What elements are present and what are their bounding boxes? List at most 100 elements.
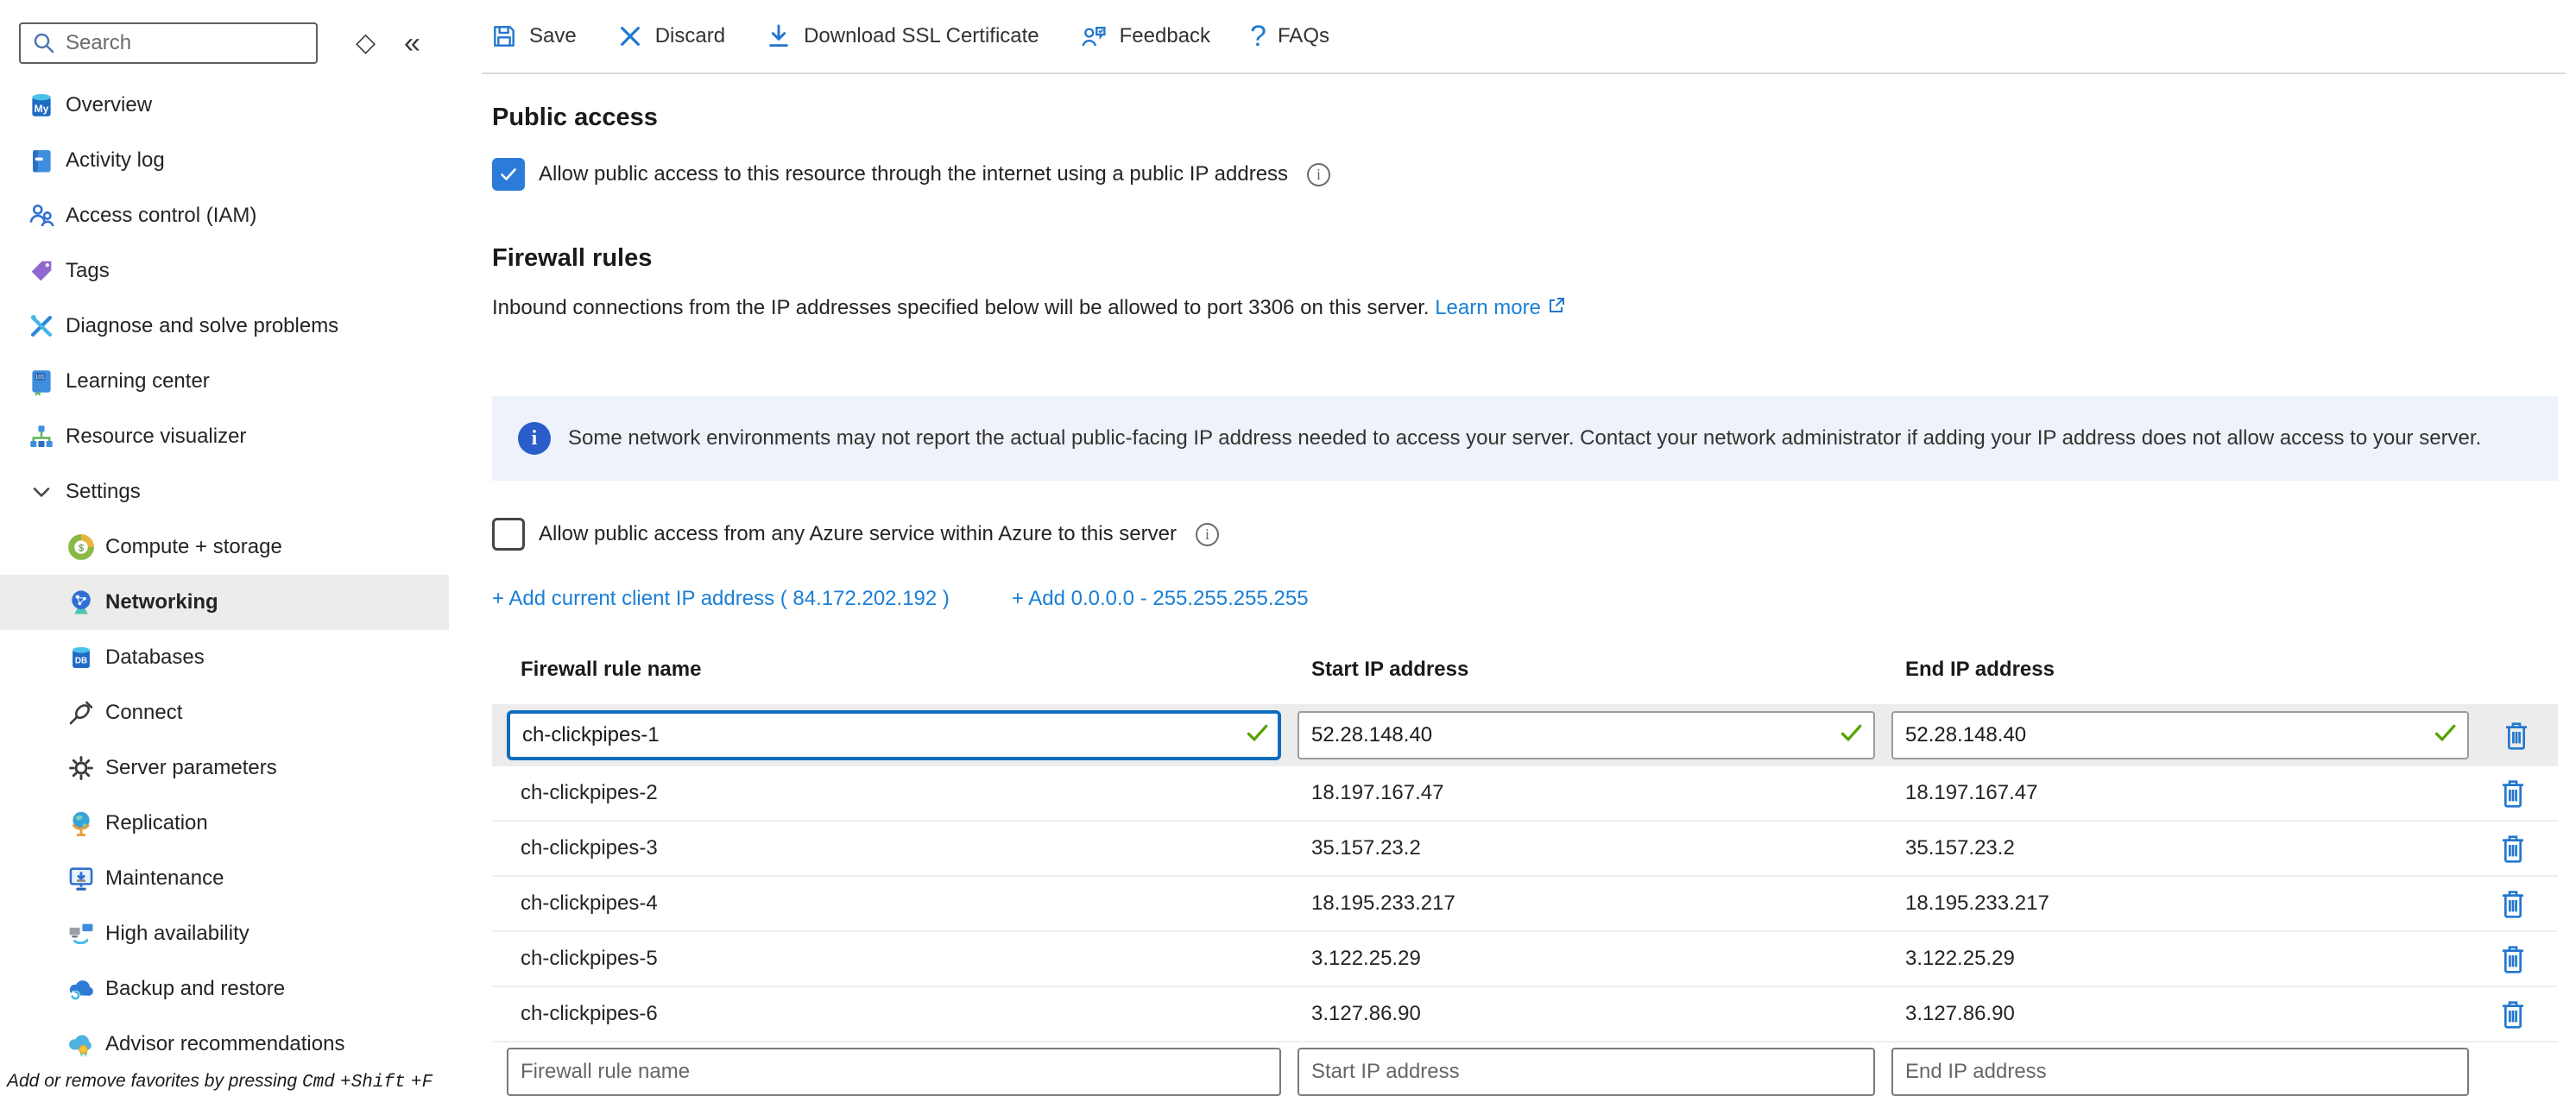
- discard-button[interactable]: Discard: [616, 22, 725, 50]
- trash-icon: [2499, 888, 2527, 919]
- trash-icon: [2499, 778, 2527, 809]
- trash-icon: [2499, 998, 2527, 1030]
- mysql-server-icon: My: [26, 90, 57, 121]
- learn-more-link[interactable]: Learn more: [1435, 296, 1541, 319]
- sidebar-group-settings[interactable]: Settings: [0, 464, 449, 520]
- sidebar-item-tags[interactable]: Tags: [0, 243, 449, 299]
- sidebar-item-maintenance[interactable]: Maintenance: [0, 851, 449, 906]
- sidebar-group-label: Settings: [66, 480, 141, 504]
- end-ip-cell: 18.197.167.47: [1891, 781, 2469, 805]
- sidebar-item-replication[interactable]: Replication: [0, 796, 449, 851]
- feedback-button[interactable]: Feedback: [1079, 22, 1210, 50]
- external-link-icon: [1546, 295, 1567, 322]
- public-access-checkbox-label: Allow public access to this resource thr…: [539, 162, 1288, 186]
- search-icon: [31, 30, 57, 56]
- tools-icon: [26, 311, 57, 342]
- sidebar-item-label: Overview: [66, 93, 152, 117]
- sidebar-item-connect[interactable]: Connect: [0, 685, 449, 740]
- sidebar-item-server-parameters[interactable]: Server parameters: [0, 740, 449, 796]
- sidebar-nav: My Overview Activity log Access control …: [0, 78, 449, 1072]
- start-ip-input[interactable]: [1297, 711, 1875, 759]
- firewall-rule-row: ch-clickpipes-4 18.195.233.217 18.195.23…: [492, 877, 2558, 932]
- sidebar-item-compute-storage[interactable]: $ Compute + storage: [0, 520, 449, 575]
- firewall-rules-heading: Firewall rules: [492, 244, 2558, 273]
- pin-diamond-icon[interactable]: ◇: [356, 26, 376, 60]
- networking-pane: Save Discard Download SSL Certificate Fe…: [449, 0, 2576, 1094]
- rule-name-input[interactable]: [507, 710, 1281, 760]
- save-icon: [490, 22, 518, 50]
- new-rule-name-input[interactable]: [507, 1048, 1281, 1096]
- column-header-end-ip: End IP address: [1891, 658, 2469, 689]
- sidebar-item-activity-log[interactable]: Activity log: [0, 133, 449, 188]
- firewall-rule-row: ch-clickpipes-2 18.197.167.47 18.197.167…: [492, 766, 2558, 822]
- firewall-rule-row: ch-clickpipes-6 3.127.86.90 3.127.86.90: [492, 987, 2558, 1042]
- search-input[interactable]: [57, 24, 316, 62]
- info-filled-icon: i: [518, 422, 551, 455]
- sidebar-item-label: Databases: [105, 646, 205, 670]
- collapse-menu-icon[interactable]: «: [404, 26, 420, 60]
- delete-rule-button[interactable]: [2499, 778, 2527, 809]
- plug-icon: [66, 697, 97, 728]
- sidebar-item-learning-center[interactable]: 101 Learning center: [0, 354, 449, 409]
- start-ip-cell: 35.157.23.2: [1297, 836, 1875, 860]
- rule-name-cell: ch-clickpipes-3: [507, 836, 1281, 860]
- learning-book-icon: 101: [26, 366, 57, 397]
- start-ip-cell: 3.122.25.29: [1297, 947, 1875, 971]
- search-box[interactable]: [19, 22, 318, 64]
- add-range-link[interactable]: + Add 0.0.0.0 - 255.255.255.255: [1012, 587, 1309, 611]
- delete-rule-button[interactable]: [2499, 943, 2527, 974]
- valid-check-icon: [1247, 724, 1269, 747]
- firewall-rules-table: Firewall rule name Start IP address End …: [492, 658, 2558, 1096]
- sidebar-item-overview[interactable]: My Overview: [0, 78, 449, 133]
- networking-globe-icon: [66, 587, 97, 618]
- faqs-button[interactable]: ? FAQs: [1250, 22, 1329, 51]
- sidebar-item-networking[interactable]: Networking: [0, 575, 449, 630]
- sidebar-item-label: Activity log: [66, 148, 165, 173]
- azure-services-checkbox[interactable]: [492, 518, 525, 551]
- sidebar-item-access-control[interactable]: Access control (IAM): [0, 188, 449, 243]
- public-access-checkbox-row: Allow public access to this resource thr…: [492, 158, 2558, 191]
- public-access-checkbox[interactable]: [492, 158, 525, 191]
- info-icon[interactable]: i: [1196, 523, 1219, 546]
- people-icon: [26, 200, 57, 231]
- svg-text:My: My: [35, 103, 49, 115]
- save-button[interactable]: Save: [490, 22, 577, 50]
- sidebar-item-databases[interactable]: DB Databases: [0, 630, 449, 685]
- new-start-ip-input[interactable]: [1297, 1048, 1875, 1096]
- sidebar-item-label: Learning center: [66, 369, 210, 394]
- delete-rule-button[interactable]: [2499, 888, 2527, 919]
- sidebar-item-advisor[interactable]: Advisor recommendations: [0, 1017, 449, 1072]
- info-icon[interactable]: i: [1307, 163, 1330, 186]
- delete-rule-button[interactable]: [2503, 720, 2530, 751]
- end-ip-cell: 18.195.233.217: [1891, 891, 2469, 916]
- azure-services-checkbox-label: Allow public access from any Azure servi…: [539, 522, 1177, 546]
- sidebar-item-label: Access control (IAM): [66, 204, 256, 228]
- new-end-ip-input[interactable]: [1891, 1048, 2469, 1096]
- sidebar-item-backup-restore[interactable]: Backup and restore: [0, 961, 449, 1017]
- sidebar-item-high-availability[interactable]: High availability: [0, 906, 449, 961]
- sidebar-item-label: Tags: [66, 259, 110, 283]
- maintenance-monitor-icon: [66, 863, 97, 894]
- chevron-down-icon: [26, 476, 57, 507]
- discard-x-icon: [616, 22, 644, 50]
- end-ip-input[interactable]: [1891, 711, 2469, 759]
- firewall-rule-row: ch-clickpipes-5 3.122.25.29 3.122.25.29: [492, 932, 2558, 987]
- download-icon: [765, 22, 792, 50]
- delete-rule-button[interactable]: [2499, 998, 2527, 1030]
- sidebar-item-label: Connect: [105, 701, 182, 725]
- sidebar-item-diagnose[interactable]: Diagnose and solve problems: [0, 299, 449, 354]
- svg-text:101: 101: [35, 375, 45, 381]
- compute-storage-icon: $: [66, 532, 97, 563]
- resource-menu-sidebar: ◇ « My Overview Activity log Access cont…: [0, 0, 449, 1094]
- trash-icon: [2499, 943, 2527, 974]
- sidebar-item-resource-visualizer[interactable]: Resource visualizer: [0, 409, 449, 464]
- end-ip-cell: 35.157.23.2: [1891, 836, 2469, 860]
- firewall-table-header: Firewall rule name Start IP address End …: [492, 658, 2558, 689]
- delete-rule-button[interactable]: [2499, 833, 2527, 864]
- add-client-ip-link[interactable]: + Add current client IP address ( 84.172…: [492, 587, 950, 611]
- tag-icon: [26, 255, 57, 287]
- sidebar-item-label: Replication: [105, 811, 208, 835]
- download-ssl-button[interactable]: Download SSL Certificate: [765, 22, 1039, 50]
- sidebar-item-label: Server parameters: [105, 756, 277, 780]
- sidebar-item-label: Resource visualizer: [66, 425, 246, 449]
